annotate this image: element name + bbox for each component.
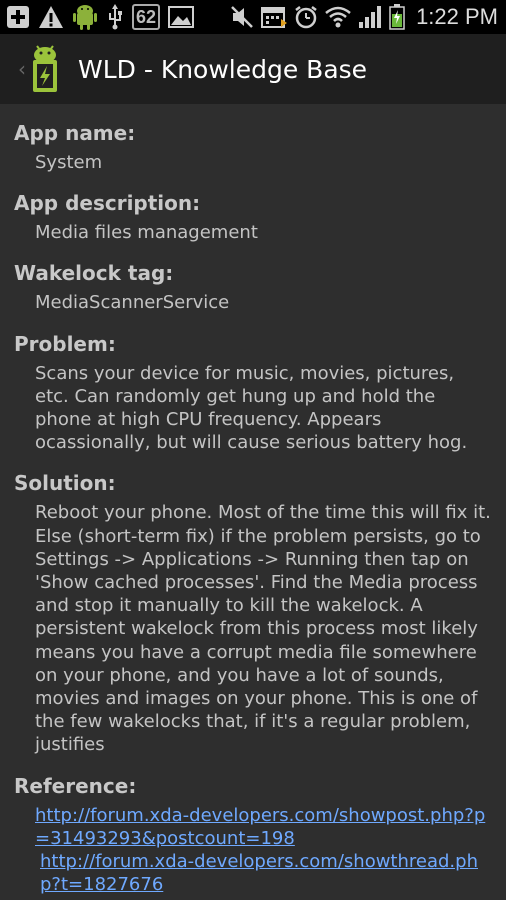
battery-icon: [389, 4, 405, 30]
action-bar: ‹ WLD - Knowledge Base: [0, 34, 506, 104]
reference-section: Reference: http://forum.xda-developers.c…: [14, 773, 492, 897]
solution-value: Reboot your phone. Most of the time this…: [35, 502, 491, 756]
app-description-section: App description: Media files management: [14, 190, 492, 244]
solution-section: Solution: Reboot your phone. Most of the…: [14, 470, 492, 756]
status-time: 1:22 PM: [416, 4, 498, 29]
wakelock-tag-section: Wakelock tag: MediaScannerService: [14, 260, 492, 314]
app-logo-icon[interactable]: [28, 44, 62, 94]
android-icon: [72, 3, 98, 31]
app-name-label: App name:: [14, 121, 136, 145]
add-icon: [6, 5, 30, 29]
reference-links: http://forum.xda-developers.com/showpost…: [35, 804, 492, 897]
wakelock-tag-value: MediaScannerService: [35, 292, 230, 314]
status-bar: 62 1:22 PM: [0, 0, 506, 34]
problem-section: Problem: Scans your device for music, mo…: [14, 331, 492, 455]
knowledge-base-content: App name: System App description: Media …: [0, 104, 506, 896]
app-name-section: App name: System: [14, 120, 492, 174]
app-name-value: System: [35, 152, 103, 173]
app-description-label: App description:: [14, 191, 201, 216]
page-title: WLD - Knowledge Base: [78, 54, 368, 84]
problem-value: Scans your device for music, movies, pic…: [35, 362, 468, 454]
up-caret-icon[interactable]: ‹: [18, 57, 26, 81]
app-description-value: Media files management: [35, 222, 258, 244]
problem-label: Problem:: [14, 331, 116, 356]
wifi-icon: [325, 5, 351, 29]
reference-link-showpost[interactable]: http://forum.xda-developers.com/showpost…: [35, 804, 492, 850]
calendar-icon: [261, 5, 288, 29]
mute-icon: [230, 5, 254, 29]
wakelock-tag-label: Wakelock tag:: [14, 261, 174, 286]
battery-level-badge: 62: [132, 4, 161, 30]
gallery-icon: [168, 6, 195, 28]
signal-icon: [358, 5, 382, 29]
usb-icon: [106, 4, 124, 30]
reference-label: Reference:: [14, 773, 137, 798]
solution-label: Solution:: [14, 471, 116, 496]
alarm-icon: [294, 5, 318, 29]
warning-icon: [38, 5, 64, 29]
reference-link-showthread[interactable]: http://forum.xda-developers.com/showthre…: [40, 850, 492, 896]
